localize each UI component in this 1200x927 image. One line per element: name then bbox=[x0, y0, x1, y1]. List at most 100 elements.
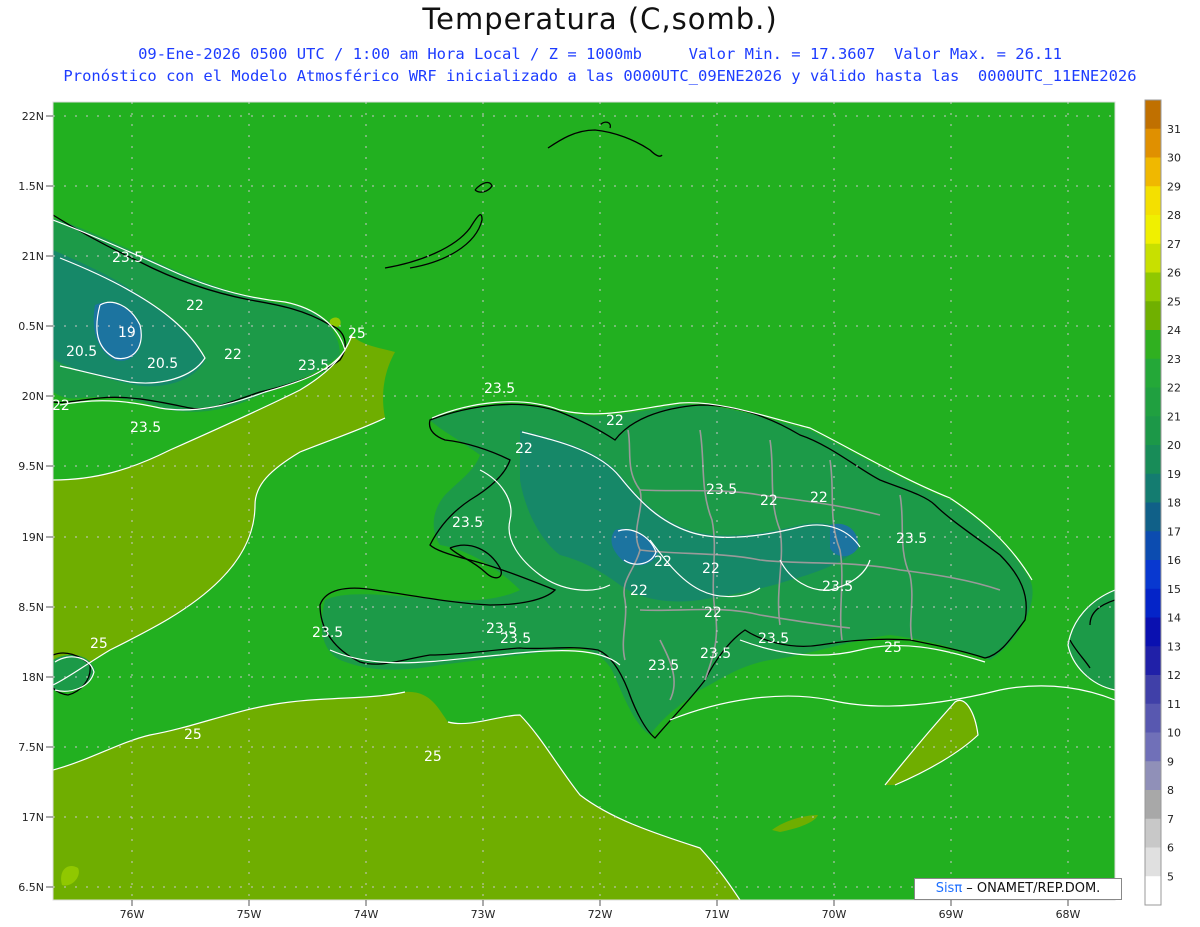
colorbar-label: 28 bbox=[1167, 209, 1181, 222]
lat-label: 0.5N bbox=[18, 320, 44, 333]
lon-label: 72W bbox=[588, 908, 613, 921]
colorbar-label: 12 bbox=[1167, 669, 1181, 682]
lon-label: 71W bbox=[705, 908, 730, 921]
contour-label: 23.5 bbox=[312, 625, 343, 641]
lat-label: 1.5N bbox=[18, 180, 44, 193]
colorbar-swatch bbox=[1145, 272, 1161, 302]
contour-label: 25 bbox=[184, 727, 202, 743]
latitude-labels: 22N 1.5N 21N 0.5N 20N 9.5N 19N 8.5N 18N 7.5N 17N 6.… bbox=[18, 110, 44, 894]
colorbar: 31 30 29 28 27 26 25 24 23 22 21 20 19 18 17 16 15 14 13 12… bbox=[1144, 99, 1181, 906]
colorbar-label: 26 bbox=[1167, 267, 1181, 280]
credit-brand: Sisπ bbox=[935, 881, 963, 896]
colorbar-label: 17 bbox=[1167, 525, 1181, 538]
map-plot-area: 23.5 22 19 20.5 20.5 22 23.5 25 22 23.5 23.5 22 22 23… bbox=[52, 102, 1115, 900]
contour-label: 22 bbox=[760, 493, 778, 509]
colorbar-swatch bbox=[1145, 301, 1161, 331]
contour-label: 23.5 bbox=[484, 381, 515, 397]
colorbar-label: 30 bbox=[1167, 152, 1181, 165]
contour-label: 20.5 bbox=[66, 344, 97, 360]
colorbar-label: 19 bbox=[1167, 468, 1181, 481]
lon-label: 68W bbox=[1056, 908, 1081, 921]
colorbar-label: 21 bbox=[1167, 410, 1181, 423]
lat-label: 17N bbox=[22, 811, 44, 824]
lon-label: 75W bbox=[237, 908, 262, 921]
colorbar-label: 20 bbox=[1167, 439, 1181, 452]
colorbar-swatch bbox=[1145, 703, 1161, 733]
colorbar-swatch bbox=[1145, 157, 1161, 187]
credit-box: Sisπ – ONAMET/REP.DOM. bbox=[914, 878, 1122, 900]
colorbar-swatch bbox=[1145, 617, 1161, 647]
colorbar-label: 22 bbox=[1167, 382, 1181, 395]
lat-label: 21N bbox=[22, 250, 44, 263]
contour-label: 22 bbox=[654, 554, 672, 570]
lon-label: 74W bbox=[354, 908, 379, 921]
colorbar-label: 11 bbox=[1167, 698, 1181, 711]
lon-label: 73W bbox=[471, 908, 496, 921]
lat-label: 20N bbox=[22, 390, 44, 403]
colorbar-swatch bbox=[1145, 215, 1161, 245]
lon-label: 69W bbox=[939, 908, 964, 921]
colorbar-swatch bbox=[1145, 473, 1161, 503]
colorbar-swatch bbox=[1145, 531, 1161, 561]
contour-label: 25 bbox=[424, 749, 442, 765]
lon-label: 70W bbox=[822, 908, 847, 921]
credit-text: – ONAMET/REP.DOM. bbox=[962, 881, 1101, 896]
longitude-labels: 76W 75W 74W 73W 72W 71W 70W 69W 68W bbox=[120, 908, 1081, 921]
colorbar-swatch bbox=[1145, 761, 1161, 791]
contour-label: 25 bbox=[348, 326, 366, 342]
colorbar-swatch bbox=[1145, 128, 1161, 158]
lon-label: 76W bbox=[120, 908, 145, 921]
colorbar-swatch bbox=[1145, 358, 1161, 388]
colorbar-swatch bbox=[1145, 445, 1161, 475]
lat-label: 6.5N bbox=[18, 881, 44, 894]
colorbar-swatch bbox=[1145, 416, 1161, 446]
colorbar-label: 6 bbox=[1167, 842, 1174, 855]
contour-label: 25 bbox=[884, 640, 902, 656]
colorbar-label: 14 bbox=[1167, 612, 1181, 625]
colorbar-swatch bbox=[1145, 502, 1161, 532]
contour-label: 23.5 bbox=[112, 250, 143, 266]
colorbar-swatch bbox=[1145, 732, 1161, 762]
contour-label: 23.5 bbox=[700, 646, 731, 662]
colorbar-label: 25 bbox=[1167, 295, 1181, 308]
lat-label: 18N bbox=[22, 671, 44, 684]
colorbar-swatch bbox=[1145, 387, 1161, 417]
contour-label: 23.5 bbox=[706, 482, 737, 498]
contour-label: 23.5 bbox=[298, 358, 329, 374]
colorbar-label: 31 bbox=[1167, 123, 1181, 136]
colorbar-label: 27 bbox=[1167, 238, 1181, 251]
colorbar-label: 23 bbox=[1167, 353, 1181, 366]
colorbar-swatch bbox=[1145, 100, 1161, 130]
contour-label: 23.5 bbox=[758, 631, 789, 647]
temperature-map: 23.5 22 19 20.5 20.5 22 23.5 25 22 23.5 23.5 22 22 23… bbox=[18, 99, 1181, 921]
lat-label: 19N bbox=[22, 531, 44, 544]
contour-label: 22 bbox=[515, 441, 533, 457]
contour-label: 22 bbox=[224, 347, 242, 363]
contour-label: 23.5 bbox=[130, 420, 161, 436]
contour-label: 20.5 bbox=[147, 356, 178, 372]
contour-label: 23.5 bbox=[500, 631, 531, 647]
colorbar-label: 18 bbox=[1167, 497, 1181, 510]
contour-label: 22 bbox=[704, 605, 722, 621]
colorbar-swatch bbox=[1145, 186, 1161, 216]
contour-label: 22 bbox=[52, 398, 70, 414]
lat-label: 8.5N bbox=[18, 601, 44, 614]
colorbar-label: 5 bbox=[1167, 870, 1174, 883]
lat-label: 22N bbox=[22, 110, 44, 123]
colorbar-label: 7 bbox=[1167, 813, 1174, 826]
contour-label: 22 bbox=[810, 490, 828, 506]
contour-label: 22 bbox=[606, 413, 624, 429]
colorbar-label: 16 bbox=[1167, 554, 1181, 567]
colorbar-swatch bbox=[1145, 818, 1161, 848]
colorbar-label: 13 bbox=[1167, 640, 1181, 653]
colorbar-label: 29 bbox=[1167, 180, 1181, 193]
contour-label: 23.5 bbox=[896, 531, 927, 547]
colorbar-swatch bbox=[1145, 560, 1161, 590]
colorbar-swatch bbox=[1145, 646, 1161, 676]
contour-label: 23.5 bbox=[452, 515, 483, 531]
contour-label: 22 bbox=[186, 298, 204, 314]
contour-label: 25 bbox=[90, 636, 108, 652]
lat-label: 9.5N bbox=[18, 460, 44, 473]
lat-label: 7.5N bbox=[18, 741, 44, 754]
colorbar-swatch bbox=[1145, 243, 1161, 273]
